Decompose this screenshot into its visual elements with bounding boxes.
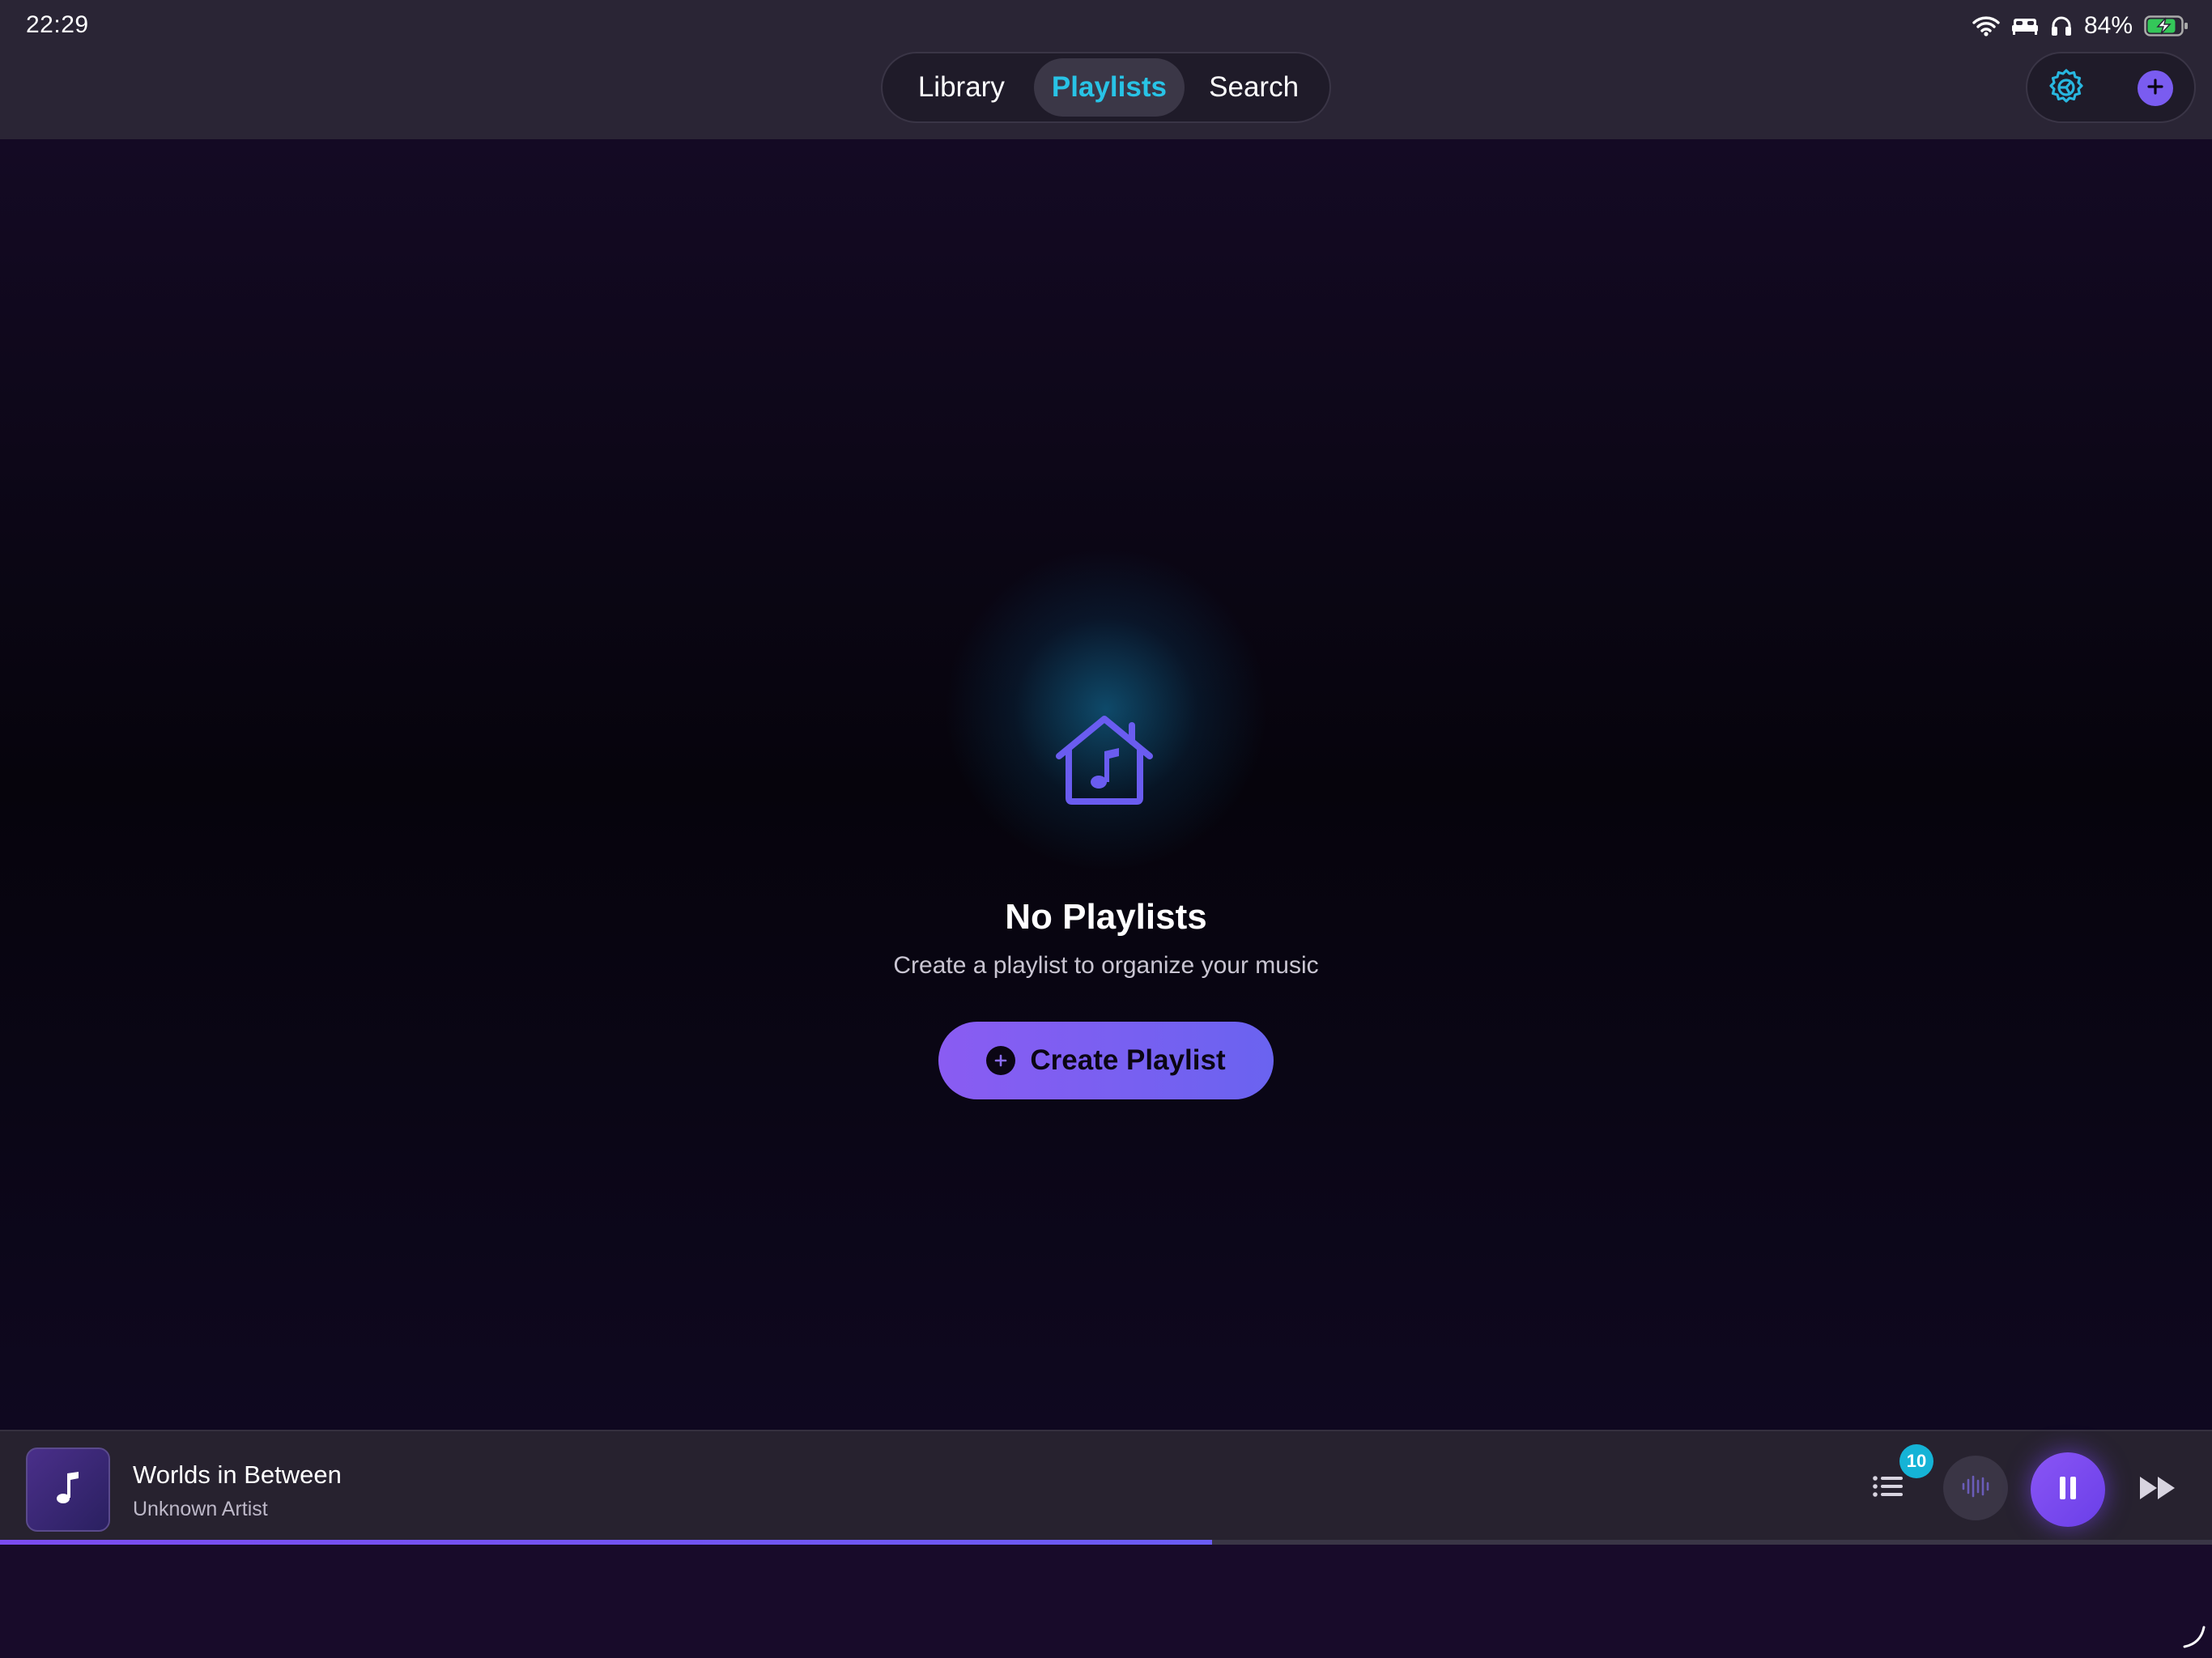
resize-handle-icon <box>2181 1624 2206 1648</box>
queue-button[interactable] <box>1870 1469 1906 1504</box>
app: 22:29 84% Library Playlists Search No Pl… <box>0 0 2212 1658</box>
pause-button[interactable] <box>2031 1452 2105 1527</box>
bottom-area <box>0 1545 2212 1658</box>
top-bar: 22:29 84% Library Playlists Search <box>0 0 2212 139</box>
status-time: 22:29 <box>26 11 89 38</box>
mini-player[interactable]: Worlds in Between Unknown Artist 10 <box>0 1430 2212 1541</box>
visualizer-button[interactable] <box>1943 1456 2008 1520</box>
plus-circle-icon <box>986 1046 1016 1075</box>
pause-icon <box>2056 1474 2080 1506</box>
track-artwork[interactable] <box>26 1448 110 1532</box>
track-title: Worlds in Between <box>133 1460 342 1489</box>
gear-icon <box>2045 66 2087 113</box>
tab-playlists[interactable]: Playlists <box>1033 58 1185 117</box>
settings-button[interactable] <box>2045 68 2087 110</box>
create-playlist-label: Create Playlist <box>1030 1044 1226 1076</box>
list-icon <box>1870 1476 1906 1507</box>
bed-icon <box>2011 15 2039 36</box>
music-house-icon <box>1054 714 1155 808</box>
fast-forward-icon <box>2138 1477 2180 1507</box>
empty-state-title: No Playlists <box>1005 897 1207 937</box>
section-tabs: Library Playlists Search <box>881 52 1331 123</box>
next-track-button[interactable] <box>2138 1472 2180 1504</box>
tab-library[interactable]: Library <box>889 58 1034 117</box>
battery-charging-icon <box>2144 15 2189 37</box>
toolbar-actions <box>2026 52 2196 123</box>
battery-percent: 84% <box>2083 12 2133 39</box>
status-icons: 84% <box>1972 10 2189 42</box>
empty-state-subtitle: Create a playlist to organize your music <box>893 952 1319 979</box>
add-button[interactable] <box>2138 70 2173 106</box>
tab-search[interactable]: Search <box>1185 58 1323 117</box>
waveform-icon <box>1961 1473 1990 1503</box>
wifi-icon <box>1972 15 2000 36</box>
music-note-icon <box>54 1470 82 1510</box>
queue-count-badge: 10 <box>1899 1444 1933 1478</box>
track-artist: Unknown Artist <box>133 1498 268 1520</box>
headphones-icon <box>2050 15 2073 37</box>
create-playlist-button[interactable]: Create Playlist <box>938 1022 1274 1099</box>
icon-glow <box>944 547 1268 871</box>
plus-icon <box>2146 78 2164 100</box>
